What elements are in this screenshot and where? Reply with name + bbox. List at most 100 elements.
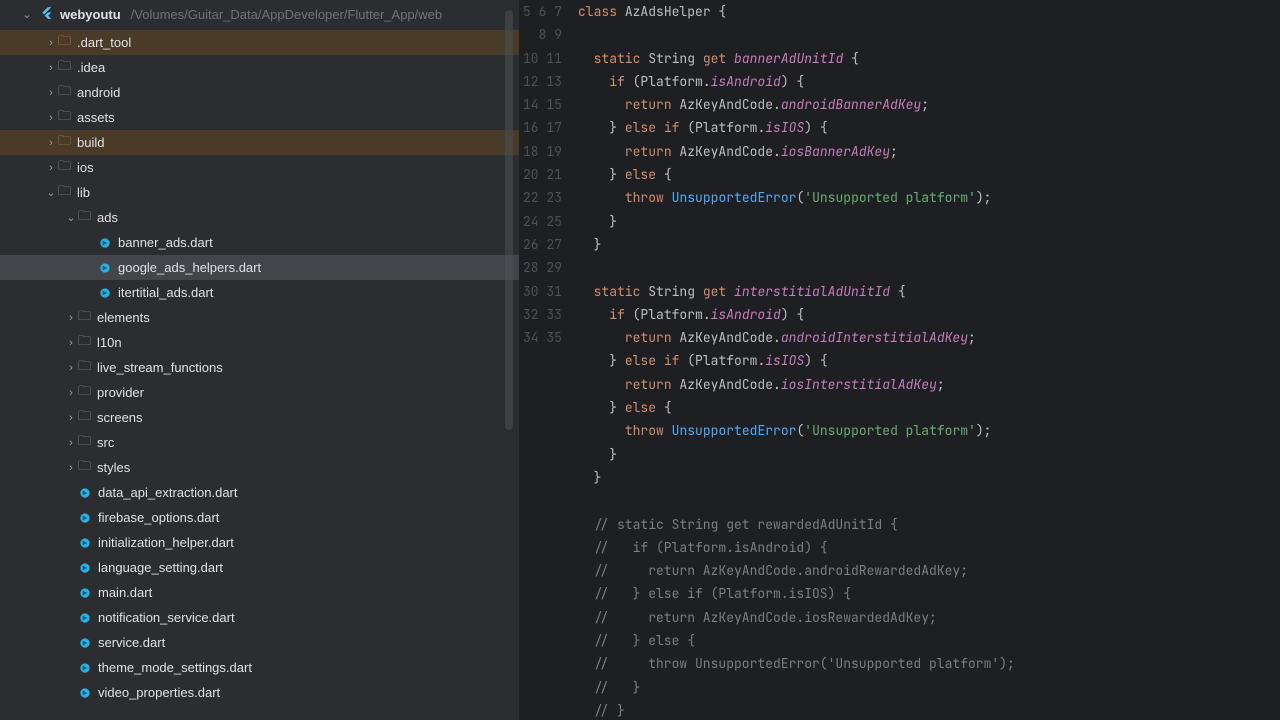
tree-folder[interactable]: ›🗀elements bbox=[0, 305, 519, 330]
chevron-right-icon[interactable]: › bbox=[64, 462, 78, 474]
tree-item-label: build bbox=[77, 135, 104, 150]
tree-folder[interactable]: ⌄🗀 lib bbox=[0, 180, 519, 205]
tree-item-label: ads bbox=[97, 210, 118, 225]
dart-file-icon bbox=[78, 561, 92, 575]
tree-item-label: android bbox=[77, 85, 120, 100]
folder-icon: 🗀 bbox=[58, 132, 71, 154]
chevron-down-icon[interactable]: ⌄ bbox=[44, 186, 58, 199]
project-name: webyoutu bbox=[60, 7, 121, 22]
tree-folder[interactable]: ›🗀 src bbox=[0, 430, 519, 455]
tree-file[interactable]: google_ads_helpers.dart bbox=[0, 255, 519, 280]
tree-folder[interactable]: ›🗀l10n bbox=[0, 330, 519, 355]
chevron-right-icon[interactable]: › bbox=[44, 62, 58, 74]
tree-folder[interactable]: ›🗀assets bbox=[0, 105, 519, 130]
tree-file[interactable]: banner_ads.dart bbox=[0, 230, 519, 255]
chevron-right-icon[interactable]: › bbox=[44, 112, 58, 124]
dart-file-icon bbox=[98, 286, 112, 300]
tree-item-label: firebase_options.dart bbox=[98, 510, 219, 525]
chevron-right-icon[interactable]: › bbox=[44, 37, 58, 49]
tree-folder[interactable]: ›🗀 screens bbox=[0, 405, 519, 430]
dart-file-icon bbox=[98, 236, 112, 250]
tree-item-label: google_ads_helpers.dart bbox=[118, 260, 261, 275]
tree-file[interactable]: main.dart bbox=[0, 580, 519, 605]
folder-icon: 🗀 bbox=[58, 82, 71, 104]
tree-item-label: lib bbox=[77, 185, 90, 200]
chevron-right-icon[interactable]: › bbox=[44, 162, 58, 174]
folder-icon: 🗀 bbox=[78, 207, 91, 229]
tree-item-label: data_api_extraction.dart bbox=[98, 485, 237, 500]
folder-icon: 🗀 bbox=[78, 407, 91, 429]
tree-file[interactable]: initialization_helper.dart bbox=[0, 530, 519, 555]
folder-icon: 🗀 bbox=[78, 382, 91, 404]
folder-icon: 🗀 bbox=[58, 182, 71, 204]
project-header[interactable]: ⌄ webyoutu /Volumes/Guitar_Data/AppDevel… bbox=[0, 0, 519, 28]
tree-file[interactable]: video_properties.dart bbox=[0, 680, 519, 705]
tree-item-label: theme_mode_settings.dart bbox=[98, 660, 252, 675]
sidebar-scrollbar[interactable] bbox=[505, 10, 513, 710]
tree-item-label: .dart_tool bbox=[77, 35, 131, 50]
chevron-down-icon: ⌄ bbox=[20, 8, 34, 21]
tree-folder[interactable]: ›🗀ios bbox=[0, 155, 519, 180]
tree-item-label: banner_ads.dart bbox=[118, 235, 213, 250]
tree-folder[interactable]: ›🗀 build bbox=[0, 130, 519, 155]
tree-file[interactable]: firebase_options.dart bbox=[0, 505, 519, 530]
tree-file[interactable]: theme_mode_settings.dart bbox=[0, 655, 519, 680]
tree-folder[interactable]: ⌄🗀 ads bbox=[0, 205, 519, 230]
project-path: /Volumes/Guitar_Data/AppDeveloper/Flutte… bbox=[131, 7, 442, 22]
dart-file-icon bbox=[98, 261, 112, 275]
tree-item-label: itertitial_ads.dart bbox=[118, 285, 213, 300]
code-content[interactable]: class AzAdsHelper { static String get ba… bbox=[578, 0, 1280, 720]
tree-file[interactable]: language_setting.dart bbox=[0, 555, 519, 580]
file-tree: ›🗀.dart_tool›🗀.idea›🗀android›🗀assets›🗀bu… bbox=[0, 28, 519, 720]
tree-item-label: language_setting.dart bbox=[98, 560, 223, 575]
tree-file[interactable]: notification_service.dart bbox=[0, 605, 519, 630]
chevron-down-icon[interactable]: ⌄ bbox=[64, 211, 78, 224]
folder-icon: 🗀 bbox=[78, 432, 91, 454]
tree-item-label: styles bbox=[97, 460, 130, 475]
scrollbar-thumb[interactable] bbox=[505, 10, 513, 430]
tree-item-label: elements bbox=[97, 310, 150, 325]
dart-file-icon bbox=[78, 661, 92, 675]
flutter-icon bbox=[40, 6, 54, 23]
tree-item-label: notification_service.dart bbox=[98, 610, 235, 625]
dart-file-icon bbox=[78, 686, 92, 700]
line-number-gutter: 5 6 7 8 9 10 11 12 13 14 15 16 17 18 19 … bbox=[520, 0, 578, 720]
tree-item-label: src bbox=[97, 435, 114, 450]
dart-file-icon bbox=[78, 611, 92, 625]
tree-item-label: .idea bbox=[77, 60, 105, 75]
tree-item-label: provider bbox=[97, 385, 144, 400]
chevron-right-icon[interactable]: › bbox=[64, 312, 78, 324]
tree-file[interactable]: service.dart bbox=[0, 630, 519, 655]
chevron-right-icon[interactable]: › bbox=[64, 412, 78, 424]
tree-item-label: video_properties.dart bbox=[98, 685, 220, 700]
chevron-right-icon[interactable]: › bbox=[44, 137, 58, 149]
tree-folder[interactable]: ›🗀 styles bbox=[0, 455, 519, 480]
folder-icon: 🗀 bbox=[78, 457, 91, 479]
tree-file[interactable]: data_api_extraction.dart bbox=[0, 480, 519, 505]
tree-item-label: screens bbox=[97, 410, 143, 425]
folder-icon: 🗀 bbox=[78, 357, 91, 379]
tree-item-label: live_stream_functions bbox=[97, 360, 223, 375]
tree-folder[interactable]: ›🗀.dart_tool bbox=[0, 30, 519, 55]
tree-item-label: service.dart bbox=[98, 635, 165, 650]
tree-item-label: assets bbox=[77, 110, 115, 125]
tree-file[interactable]: itertitial_ads.dart bbox=[0, 280, 519, 305]
chevron-right-icon[interactable]: › bbox=[64, 387, 78, 399]
dart-file-icon bbox=[78, 486, 92, 500]
tree-item-label: initialization_helper.dart bbox=[98, 535, 234, 550]
chevron-right-icon[interactable]: › bbox=[64, 337, 78, 349]
folder-icon: 🗀 bbox=[58, 157, 71, 179]
code-editor[interactable]: 5 6 7 8 9 10 11 12 13 14 15 16 17 18 19 … bbox=[520, 0, 1280, 720]
tree-item-label: l10n bbox=[97, 335, 122, 350]
dart-file-icon bbox=[78, 511, 92, 525]
tree-folder[interactable]: ›🗀 live_stream_functions bbox=[0, 355, 519, 380]
folder-icon: 🗀 bbox=[58, 57, 71, 79]
chevron-right-icon[interactable]: › bbox=[44, 87, 58, 99]
tree-item-label: main.dart bbox=[98, 585, 152, 600]
chevron-right-icon[interactable]: › bbox=[64, 437, 78, 449]
tree-folder[interactable]: ›🗀 android bbox=[0, 80, 519, 105]
tree-folder[interactable]: ›🗀 provider bbox=[0, 380, 519, 405]
chevron-right-icon[interactable]: › bbox=[64, 362, 78, 374]
tree-folder[interactable]: ›🗀 .idea bbox=[0, 55, 519, 80]
dart-file-icon bbox=[78, 636, 92, 650]
